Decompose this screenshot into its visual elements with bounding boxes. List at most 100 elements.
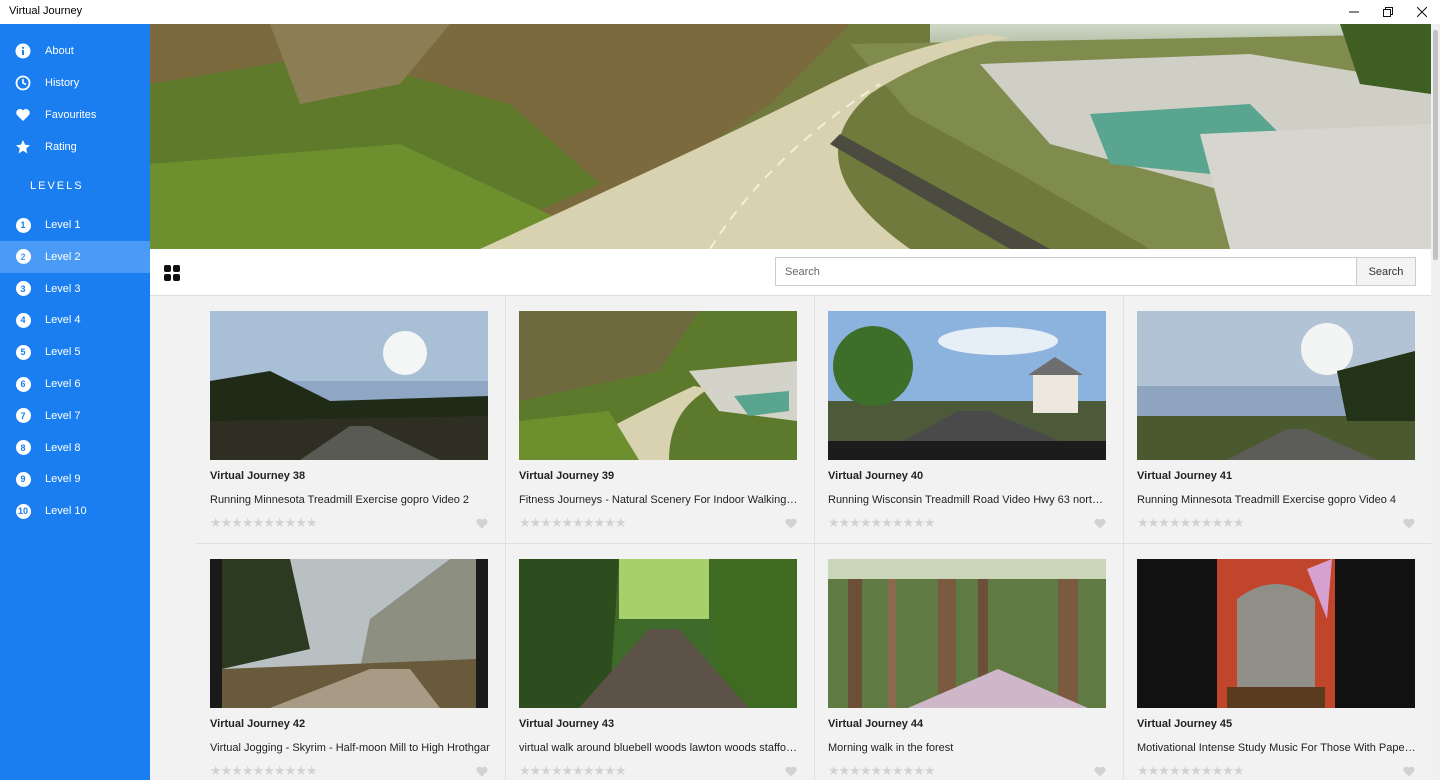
star-rating[interactable]: ★★★★★★★★★★ [1137,763,1245,779]
video-title[interactable]: Virtual Journey 41 [1137,470,1232,482]
favourite-heart-icon[interactable] [476,764,488,777]
levels-heading: LEVELS [30,180,84,192]
sidebar-item-level-6[interactable]: 6 Level 6 [0,368,150,400]
favourite-heart-icon[interactable] [1403,764,1415,777]
video-card[interactable]: Virtual Journey 42 Virtual Jogging - Skyr… [196,544,505,780]
sidebar-item-level-3[interactable]: 3 Level 3 [0,273,150,305]
star-icon [15,139,31,155]
video-card[interactable]: Virtual Journey 40 Running Wisconsin Trea… [814,296,1123,543]
clock-icon [15,75,31,91]
heart-icon [15,107,31,123]
search-button[interactable]: Search [1356,257,1416,286]
video-card[interactable]: Virtual Journey 43 virtual walk around bl… [505,544,814,780]
level-number-icon: 3 [15,281,31,297]
sidebar-item-level-9[interactable]: 9 Level 9 [0,463,150,495]
favourite-heart-icon[interactable] [1094,764,1106,777]
sidebar-item-label: Level 5 [45,346,81,359]
favourite-heart-icon[interactable] [1094,516,1106,529]
sidebar-item-label: Rating [45,141,77,153]
sidebar-item-label: Level 9 [45,473,81,486]
video-thumbnail[interactable] [210,311,488,460]
sidebar-item-level-7[interactable]: 7 Level 7 [0,400,150,432]
column-divider [1123,296,1124,543]
sidebar-item-label: Favourites [45,109,97,121]
star-rating[interactable]: ★★★★★★★★★★ [210,763,318,779]
video-description: Morning walk in the forest [828,742,954,754]
level-number-icon: 6 [15,376,31,392]
close-button[interactable] [1405,0,1439,24]
restore-button[interactable] [1371,0,1405,24]
video-card[interactable]: Virtual Journey 41 Running Minnesota Trea… [1123,296,1431,543]
star-rating[interactable]: ★★★★★★★★★★ [519,763,627,779]
video-thumbnail[interactable] [828,311,1106,460]
level-number-icon: 10 [15,503,31,519]
favourite-heart-icon[interactable] [785,764,797,777]
info-icon [15,43,31,59]
video-grid: Virtual Journey 38 Running Minnesota Trea… [150,296,1431,780]
sidebar-item-label: Level 10 [45,505,87,518]
video-card[interactable]: Virtual Journey 38 Running Minnesota Trea… [196,296,505,543]
level-number-icon: 7 [15,408,31,424]
star-rating[interactable]: ★★★★★★★★★★ [210,515,318,531]
column-divider [505,544,506,780]
level-number: 9 [15,471,31,487]
sidebar-item-favourites[interactable]: Favourites [0,99,150,131]
video-thumbnail[interactable] [519,311,797,460]
video-thumbnail[interactable] [828,559,1106,708]
favourite-heart-icon[interactable] [1403,516,1415,529]
video-thumbnail[interactable] [210,559,488,708]
sidebar-item-level-5[interactable]: 5 Level 5 [0,336,150,368]
level-number: 3 [15,281,31,297]
video-card[interactable]: Virtual Journey 45 Motivational Intense S… [1123,544,1431,780]
sidebar-item-label: Level 2 [45,250,81,263]
video-title[interactable]: Virtual Journey 44 [828,718,923,730]
hero-banner-image [150,24,1431,249]
level-number-icon: 9 [15,471,31,487]
scrollbar-thumb[interactable] [1433,30,1438,260]
sidebar-item-label: About [45,45,74,57]
favourite-heart-icon[interactable] [476,516,488,529]
level-number: 6 [15,376,31,392]
sidebar-item-level-4[interactable]: 4 Level 4 [0,304,150,336]
video-card[interactable]: Virtual Journey 44 Morning walk in the fo… [814,544,1123,780]
video-title[interactable]: Virtual Journey 45 [1137,718,1232,730]
level-number: 2 [15,249,31,265]
video-description: Motivational Intense Study Music For Tho… [1137,742,1417,754]
sidebar-item-level-10[interactable]: 10 Level 10 [0,495,150,527]
favourite-heart-icon[interactable] [785,516,797,529]
sidebar-item-label: Level 8 [45,441,81,454]
star-rating[interactable]: ★★★★★★★★★★ [828,763,936,779]
video-title[interactable]: Virtual Journey 42 [210,718,305,730]
column-divider [1123,544,1124,780]
minimize-button[interactable] [1337,0,1371,24]
video-thumbnail[interactable] [1137,559,1415,708]
video-description: Running Minnesota Treadmill Exercise gop… [1137,494,1397,506]
sidebar-item-about[interactable]: About [0,35,150,67]
sidebar-item-label: Level 7 [45,409,81,422]
star-rating[interactable]: ★★★★★★★★★★ [828,515,936,531]
sidebar-item-label: Level 4 [45,314,81,327]
level-number-icon: 4 [15,312,31,328]
sidebar-item-level-8[interactable]: 8 Level 8 [0,432,150,464]
window-title: Virtual Journey [9,5,83,17]
sidebar-item-history[interactable]: History [0,67,150,99]
level-number: 10 [15,503,31,519]
search-input[interactable] [775,257,1357,286]
sidebar-item-level-1[interactable]: 1 Level 1 [0,209,150,241]
video-title[interactable]: Virtual Journey 39 [519,470,614,482]
star-rating[interactable]: ★★★★★★★★★★ [1137,515,1245,531]
video-title[interactable]: Virtual Journey 40 [828,470,923,482]
video-title[interactable]: Virtual Journey 43 [519,718,614,730]
grid-view-icon[interactable] [164,265,180,281]
video-card[interactable]: Virtual Journey 39 Fitness Journeys - Nat… [505,296,814,543]
level-number-icon: 2 [15,249,31,265]
video-thumbnail[interactable] [519,559,797,708]
video-title[interactable]: Virtual Journey 38 [210,470,305,482]
video-thumbnail[interactable] [1137,311,1415,460]
column-divider [505,296,506,543]
sidebar-item-level-2[interactable]: 2 Level 2 [0,240,150,273]
star-rating[interactable]: ★★★★★★★★★★ [519,515,627,531]
column-divider [814,544,815,780]
sidebar-item-rating[interactable]: Rating [0,131,150,163]
sidebar-item-label: Level 3 [45,282,81,295]
